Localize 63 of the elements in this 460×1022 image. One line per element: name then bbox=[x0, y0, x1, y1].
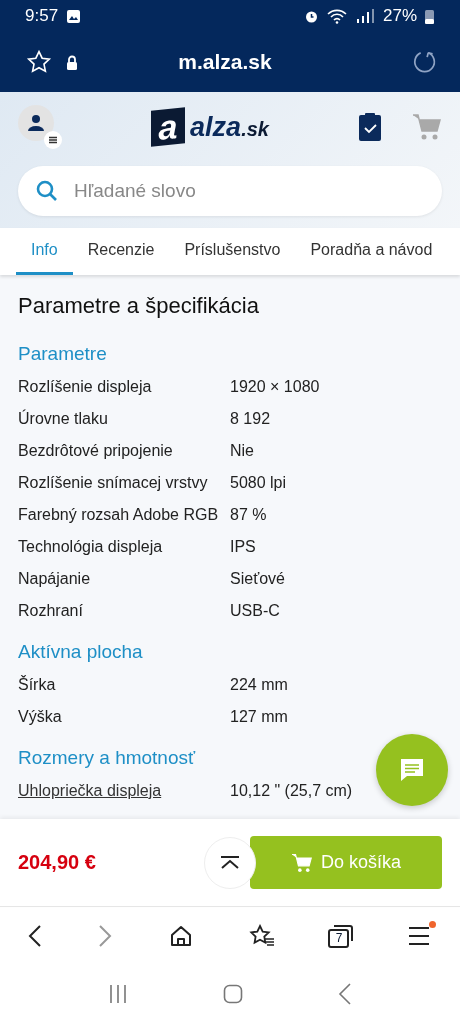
section-title: Rozmery a hmotnosť bbox=[18, 747, 197, 769]
spec-label: Výška bbox=[18, 708, 63, 726]
spec-label: Farebný rozsah Adobe RGB bbox=[18, 506, 220, 524]
spec-value: Nie bbox=[230, 442, 255, 460]
spec-label: Rozlíšenie snímacej vrstvy bbox=[18, 474, 209, 492]
status-time: 9:57 bbox=[25, 6, 59, 26]
menu-icon[interactable] bbox=[44, 131, 62, 149]
user-icon bbox=[27, 114, 45, 132]
signal-icon bbox=[354, 8, 375, 24]
spec-value: 127 mm bbox=[230, 708, 289, 726]
star-icon[interactable] bbox=[26, 49, 52, 75]
battery-percent: 27% bbox=[382, 6, 417, 26]
spec-value: 8 192 bbox=[230, 410, 272, 428]
caret-up-icon bbox=[220, 855, 240, 870]
section-title: Parametre bbox=[18, 343, 108, 365]
spec-label: Bezdrôtové pripojenie bbox=[18, 442, 174, 460]
search-field[interactable]: Hľadané slovo bbox=[72, 179, 424, 203]
tab[interactable]: Poradňa a návod bbox=[295, 228, 448, 275]
search-bar[interactable]: Hľadané slovo bbox=[18, 166, 442, 216]
wifi-icon bbox=[326, 8, 347, 24]
reload-icon[interactable] bbox=[412, 49, 438, 75]
home-icon bbox=[168, 924, 193, 948]
tab[interactable]: Recenzie bbox=[72, 228, 170, 275]
spec-value: 87 % bbox=[230, 506, 268, 524]
spec-value: 224 mm bbox=[230, 676, 289, 694]
spec-value: IPS bbox=[230, 538, 257, 556]
spec-label: Technológia displeja bbox=[18, 538, 164, 556]
back-icon bbox=[28, 924, 43, 948]
spec-label: Rozlíšenie displeja bbox=[18, 378, 153, 396]
spec-value: USB-C bbox=[230, 602, 281, 620]
menu-icon bbox=[407, 925, 432, 947]
spec-label: Rozhraní bbox=[18, 602, 84, 620]
tabs-button[interactable]: 7 bbox=[327, 923, 356, 949]
price: 204,90 € bbox=[18, 851, 97, 874]
tab[interactable]: Príslušenstvo bbox=[169, 228, 296, 275]
spec-link[interactable]: Uhlopriečka displeja bbox=[18, 782, 230, 800]
cart-icon bbox=[290, 852, 313, 873]
spec-value: 10,12 " (25,7 cm) bbox=[230, 782, 354, 800]
spec-value: 1920 × 1080 bbox=[230, 378, 321, 396]
spec-value: 5080 lpi bbox=[230, 474, 288, 492]
tab-count: 7 bbox=[334, 930, 344, 946]
scroll-top-button[interactable] bbox=[204, 836, 256, 889]
star-list-icon bbox=[249, 924, 276, 948]
lock-icon bbox=[66, 54, 78, 70]
search-icon bbox=[36, 180, 58, 202]
page-title: Parametre a špecifikácia bbox=[18, 293, 260, 319]
spec-value: Sieťové bbox=[230, 570, 286, 588]
spec-label: Napájanie bbox=[18, 570, 92, 588]
clipboard-check-icon[interactable] bbox=[358, 113, 382, 141]
account-button[interactable] bbox=[18, 105, 54, 141]
back-icon[interactable] bbox=[338, 982, 353, 1005]
logo-text[interactable]: alza.sk bbox=[190, 113, 269, 141]
recent-apps-icon[interactable] bbox=[107, 983, 128, 1004]
tabs-icon bbox=[327, 923, 356, 949]
logo-mark[interactable]: a bbox=[151, 107, 186, 147]
section-title: Aktívna plocha bbox=[18, 641, 144, 663]
spec-label: Úrovne tlaku bbox=[18, 410, 109, 428]
home-icon[interactable] bbox=[223, 983, 243, 1004]
battery-icon bbox=[425, 8, 434, 24]
spec-label: Šírka bbox=[18, 676, 57, 694]
chat-icon bbox=[399, 757, 425, 783]
forward-icon bbox=[98, 924, 113, 948]
image-icon bbox=[66, 8, 82, 24]
